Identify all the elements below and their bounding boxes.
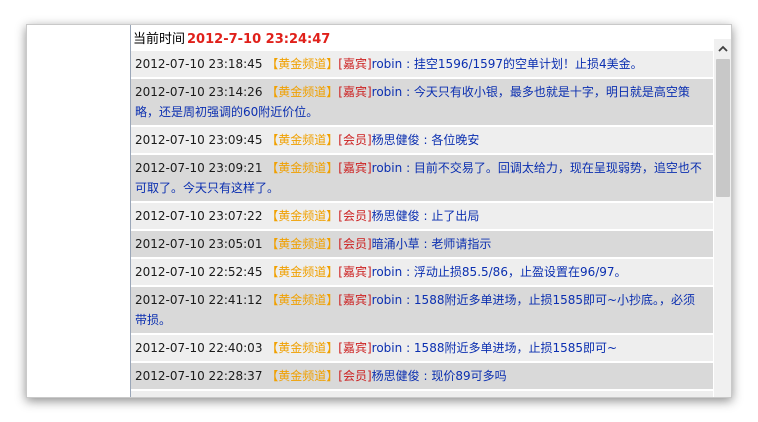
chat-window: 当前时间 2012-7-10 23:24:47 2012-07-10 23:18:… [26,24,732,398]
message-timestamp: 2012-07-10 23:14:26 [135,85,263,99]
chat-message: 2012-07-10 23:14:26 【黄金频道】[嘉宾]robin : 今天… [131,79,713,127]
message-username[interactable]: robin [372,341,403,355]
message-text: : 1588附近多单进场，止损1585即可~ [402,341,618,355]
message-channel: 【黄金频道】 [266,85,339,99]
chat-message: 2012-07-10 23:09:21 【黄金频道】[嘉宾]robin : 目前… [131,155,713,203]
message-role-badge: [会员] [338,369,372,383]
chat-message: 2012-07-10 22:52:45 【黄金频道】[嘉宾]robin : 浮动… [131,259,713,287]
chat-message: 2012-07-10 22:41:12 【黄金频道】[嘉宾]robin : 15… [131,287,713,335]
chat-message: 2012-07-10 22:40:03 【黄金频道】[嘉宾]robin : 15… [131,335,713,363]
message-text: : 现在可以多了吗？ 88位置附近 [430,397,605,398]
chat-message-panel: 当前时间 2012-7-10 23:24:47 2012-07-10 23:18:… [130,25,731,398]
chat-message: 2012-07-10 22:28:37 【黄金频道】[会员]杨思健俊 : 现价8… [131,363,713,391]
message-username[interactable]: robin [372,293,403,307]
current-time-header: 当前时间 2012-7-10 23:24:47 [131,25,731,51]
scrollbar-thumb[interactable] [716,59,730,197]
message-channel: 【黄金频道】 [266,237,339,251]
message-channel: 【黄金频道】 [266,369,339,383]
message-role-badge: [嘉宾] [338,85,372,99]
left-panel [27,25,130,397]
message-timestamp: 2012-07-10 22:52:45 [135,265,263,279]
message-role-badge: [会员] [338,237,372,251]
message-channel: 【黄金频道】 [266,209,339,223]
message-role-badge: [嘉宾] [338,293,372,307]
message-role-badge: [会员] [338,209,372,223]
message-username[interactable]: robin [372,85,403,99]
message-username[interactable]: robin [372,161,403,175]
message-role-badge: [会员] [338,133,372,147]
message-channel: 【黄金频道】 [266,341,339,355]
message-role-badge: [嘉宾] [338,341,372,355]
message-channel: 【黄金频道】 [266,133,339,147]
message-text: : 挂空1596/1597的空单计划！止损4美金。 [402,57,643,71]
message-username[interactable]: 杨思健俊 [372,209,420,223]
message-timestamp: 2012-07-10 23:09:21 [135,161,263,175]
scroll-up-arrow-icon[interactable] [714,39,731,57]
message-channel: 【黄金频道】 [266,161,339,175]
message-channel: 【黄金频道】 [266,265,339,279]
message-username[interactable]: robin [372,57,403,71]
message-text: : 各位晚安 [419,133,480,147]
message-username[interactable]: 暗涌小草 [372,237,420,251]
message-timestamp: 2012-07-10 23:07:22 [135,209,263,223]
message-text: : 浮动止损85.5/86，止盈设置在96/97。 [402,265,627,279]
message-role-badge: [嘉宾] [338,57,372,71]
message-timestamp: 2012-07-10 23:05:01 [135,237,263,251]
message-channel: 【黄金频道】 [266,293,339,307]
message-channel: 【黄金频道】 [266,397,338,398]
message-timestamp: 2012-07-10 23:09:45 [135,133,263,147]
current-time-value: 2012-7-10 23:24:47 [187,32,331,47]
chat-message: 2012-07-10 23:09:45 【黄金频道】[会员]杨思健俊 : 各位晚… [131,127,713,155]
chat-message: 2012-07-10 23:18:45 【黄金频道】[嘉宾]robin : 挂空… [131,51,713,79]
message-username[interactable]: 杨思健俊 [372,369,420,383]
message-text: : 现价89可多吗 [419,369,507,383]
message-role-badge: [嘉宾] [338,265,372,279]
chat-message: 2012-07-10 22:26:27 【黄金频道】[会员]zhanghao :… [131,391,713,398]
message-text: : 止了出局 [419,209,480,223]
message-channel: 【黄金频道】 [266,57,339,71]
message-timestamp: 2012-07-10 22:28:37 [135,369,263,383]
chat-message: 2012-07-10 23:07:22 【黄金频道】[会员]杨思健俊 : 止了出… [131,203,713,231]
message-text: : 老师请指示 [419,237,492,251]
message-timestamp: 2012-07-10 22:41:12 [135,293,263,307]
current-time-label: 当前时间 [133,32,186,47]
message-list: 2012-07-10 23:18:45 【黄金频道】[嘉宾]robin : 挂空… [131,51,713,398]
chat-message: 2012-07-10 23:05:01 【黄金频道】[会员]暗涌小草 : 老师请… [131,231,713,259]
message-role-badge: [会员] [338,397,371,398]
message-timestamp: 2012-07-10 22:26:27 [135,397,262,398]
message-timestamp: 2012-07-10 22:40:03 [135,341,263,355]
vertical-scrollbar[interactable] [714,39,731,397]
message-timestamp: 2012-07-10 23:18:45 [135,57,263,71]
message-username[interactable]: zhanghao [372,397,431,398]
message-username[interactable]: robin [372,265,403,279]
message-username[interactable]: 杨思健俊 [372,133,420,147]
message-role-badge: [嘉宾] [338,161,372,175]
